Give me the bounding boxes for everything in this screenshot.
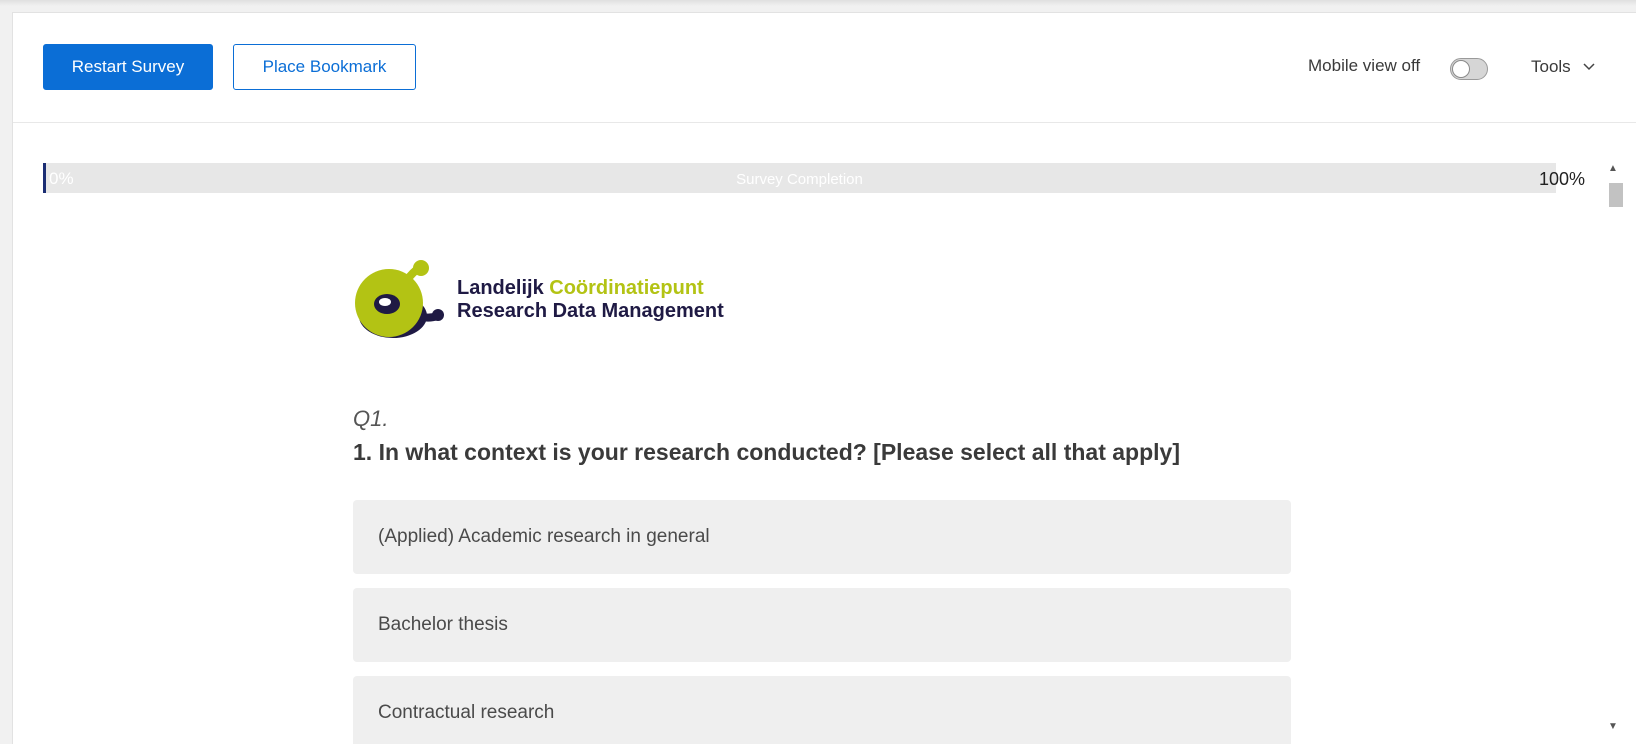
scrollbar-thumb[interactable] [1609, 183, 1623, 207]
lcrdm-logo: Landelijk Coördinatiepunt Research Data … [353, 258, 724, 342]
lcrdm-logo-mark-icon [355, 260, 444, 338]
question-number: Q1. [353, 406, 389, 431]
logo-word-landelijk: Landelijk [457, 277, 544, 299]
restart-survey-button[interactable]: Restart Survey [43, 44, 213, 90]
tools-dropdown[interactable]: Tools [1531, 57, 1595, 77]
survey-preview-frame: Restart Survey Place Bookmark Mobile vie… [12, 12, 1636, 744]
option-contractual-research[interactable]: Contractual research [353, 676, 1291, 744]
mobile-view-label: Mobile view off [1308, 56, 1421, 75]
logo-text: Landelijk Coördinatiepunt Research Data … [457, 277, 724, 323]
logo-line-1: Landelijk Coördinatiepunt [457, 277, 724, 300]
scroll-up-arrow-icon[interactable]: ▲ [1608, 163, 1618, 174]
top-shadow [0, 0, 1636, 6]
mobile-view-toggle[interactable] [1450, 58, 1488, 80]
place-bookmark-button[interactable]: Place Bookmark [233, 44, 416, 90]
progress-end-label: 100% [1539, 169, 1586, 189]
logo-word-coordinatiepunt: Coördinatiepunt [549, 277, 704, 299]
logo-line-2: Research Data Management [457, 300, 724, 322]
chevron-down-icon [1583, 63, 1595, 71]
survey-content: 0% Survey Completion 100% ▲ ▼ Landelijk … [13, 123, 1636, 744]
toggle-knob [1452, 60, 1470, 78]
option-bachelor-thesis[interactable]: Bachelor thesis [353, 588, 1291, 662]
question-text: 1. In what context is your research cond… [353, 439, 1180, 465]
option-academic-research[interactable]: (Applied) Academic research in general [353, 500, 1291, 574]
preview-toolbar: Restart Survey Place Bookmark Mobile vie… [13, 13, 1636, 123]
progress-center-label: Survey Completion [736, 171, 863, 188]
tools-label: Tools [1531, 57, 1571, 76]
scroll-down-arrow-icon[interactable]: ▼ [1608, 721, 1618, 732]
